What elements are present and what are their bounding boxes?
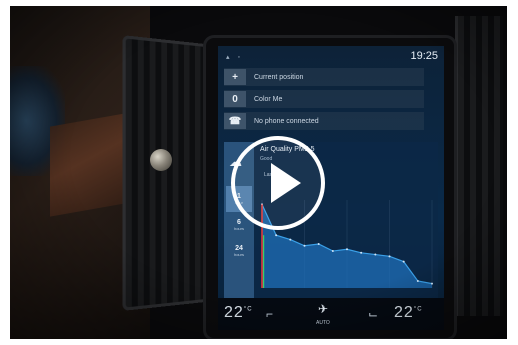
navigation-row[interactable]: + Current position — [224, 68, 424, 86]
chart-point — [275, 234, 278, 237]
status-bar: ▴ ◦ 19:25 — [218, 46, 444, 68]
air-vent-right — [455, 16, 503, 316]
media-row[interactable]: 0 Color Me — [224, 90, 424, 108]
media-label: Color Me — [254, 95, 283, 103]
phone-row[interactable]: ☎ No phone connected — [224, 112, 424, 130]
chart-point — [416, 279, 419, 282]
volume-knob — [150, 149, 172, 171]
signal-icon: ▴ ◦ — [226, 54, 243, 61]
clock: 19:25 — [410, 50, 438, 62]
chart-point — [317, 243, 320, 245]
chart-point — [289, 238, 292, 241]
chart-point — [360, 251, 363, 254]
chart-point — [331, 250, 334, 253]
right-temperature[interactable]: 22°C — [394, 304, 423, 322]
chart-point — [431, 282, 433, 285]
phone-icon: ☎ — [224, 113, 246, 129]
media-icon: 0 — [224, 91, 246, 107]
play-icon[interactable] — [271, 163, 301, 203]
phone-label: No phone connected — [254, 117, 319, 125]
navigation-label: Current position — [254, 73, 304, 81]
chart-point — [388, 255, 391, 258]
video-frame: ▴ ◦ 19:25 + Current position 0 Color Me … — [10, 6, 507, 339]
auto-label[interactable]: AUTO — [316, 320, 330, 326]
air-vent-left — [122, 35, 211, 311]
left-seat-heat-icon[interactable]: ⌐ — [266, 307, 273, 321]
climate-bar: 22°C ⌐ ✈ AUTO ⌙ 22°C — [218, 298, 444, 330]
left-temperature[interactable]: 22°C — [224, 304, 253, 322]
tab-24-hours[interactable]: 24 hours — [226, 238, 252, 264]
chart-point — [374, 253, 377, 256]
navigation-icon: + — [224, 69, 246, 85]
chart-point — [303, 244, 306, 247]
right-seat-heat-icon[interactable]: ⌙ — [368, 307, 378, 321]
chart-point — [346, 248, 348, 251]
fan-icon[interactable]: ✈ — [318, 302, 328, 316]
chart-point — [402, 260, 405, 263]
